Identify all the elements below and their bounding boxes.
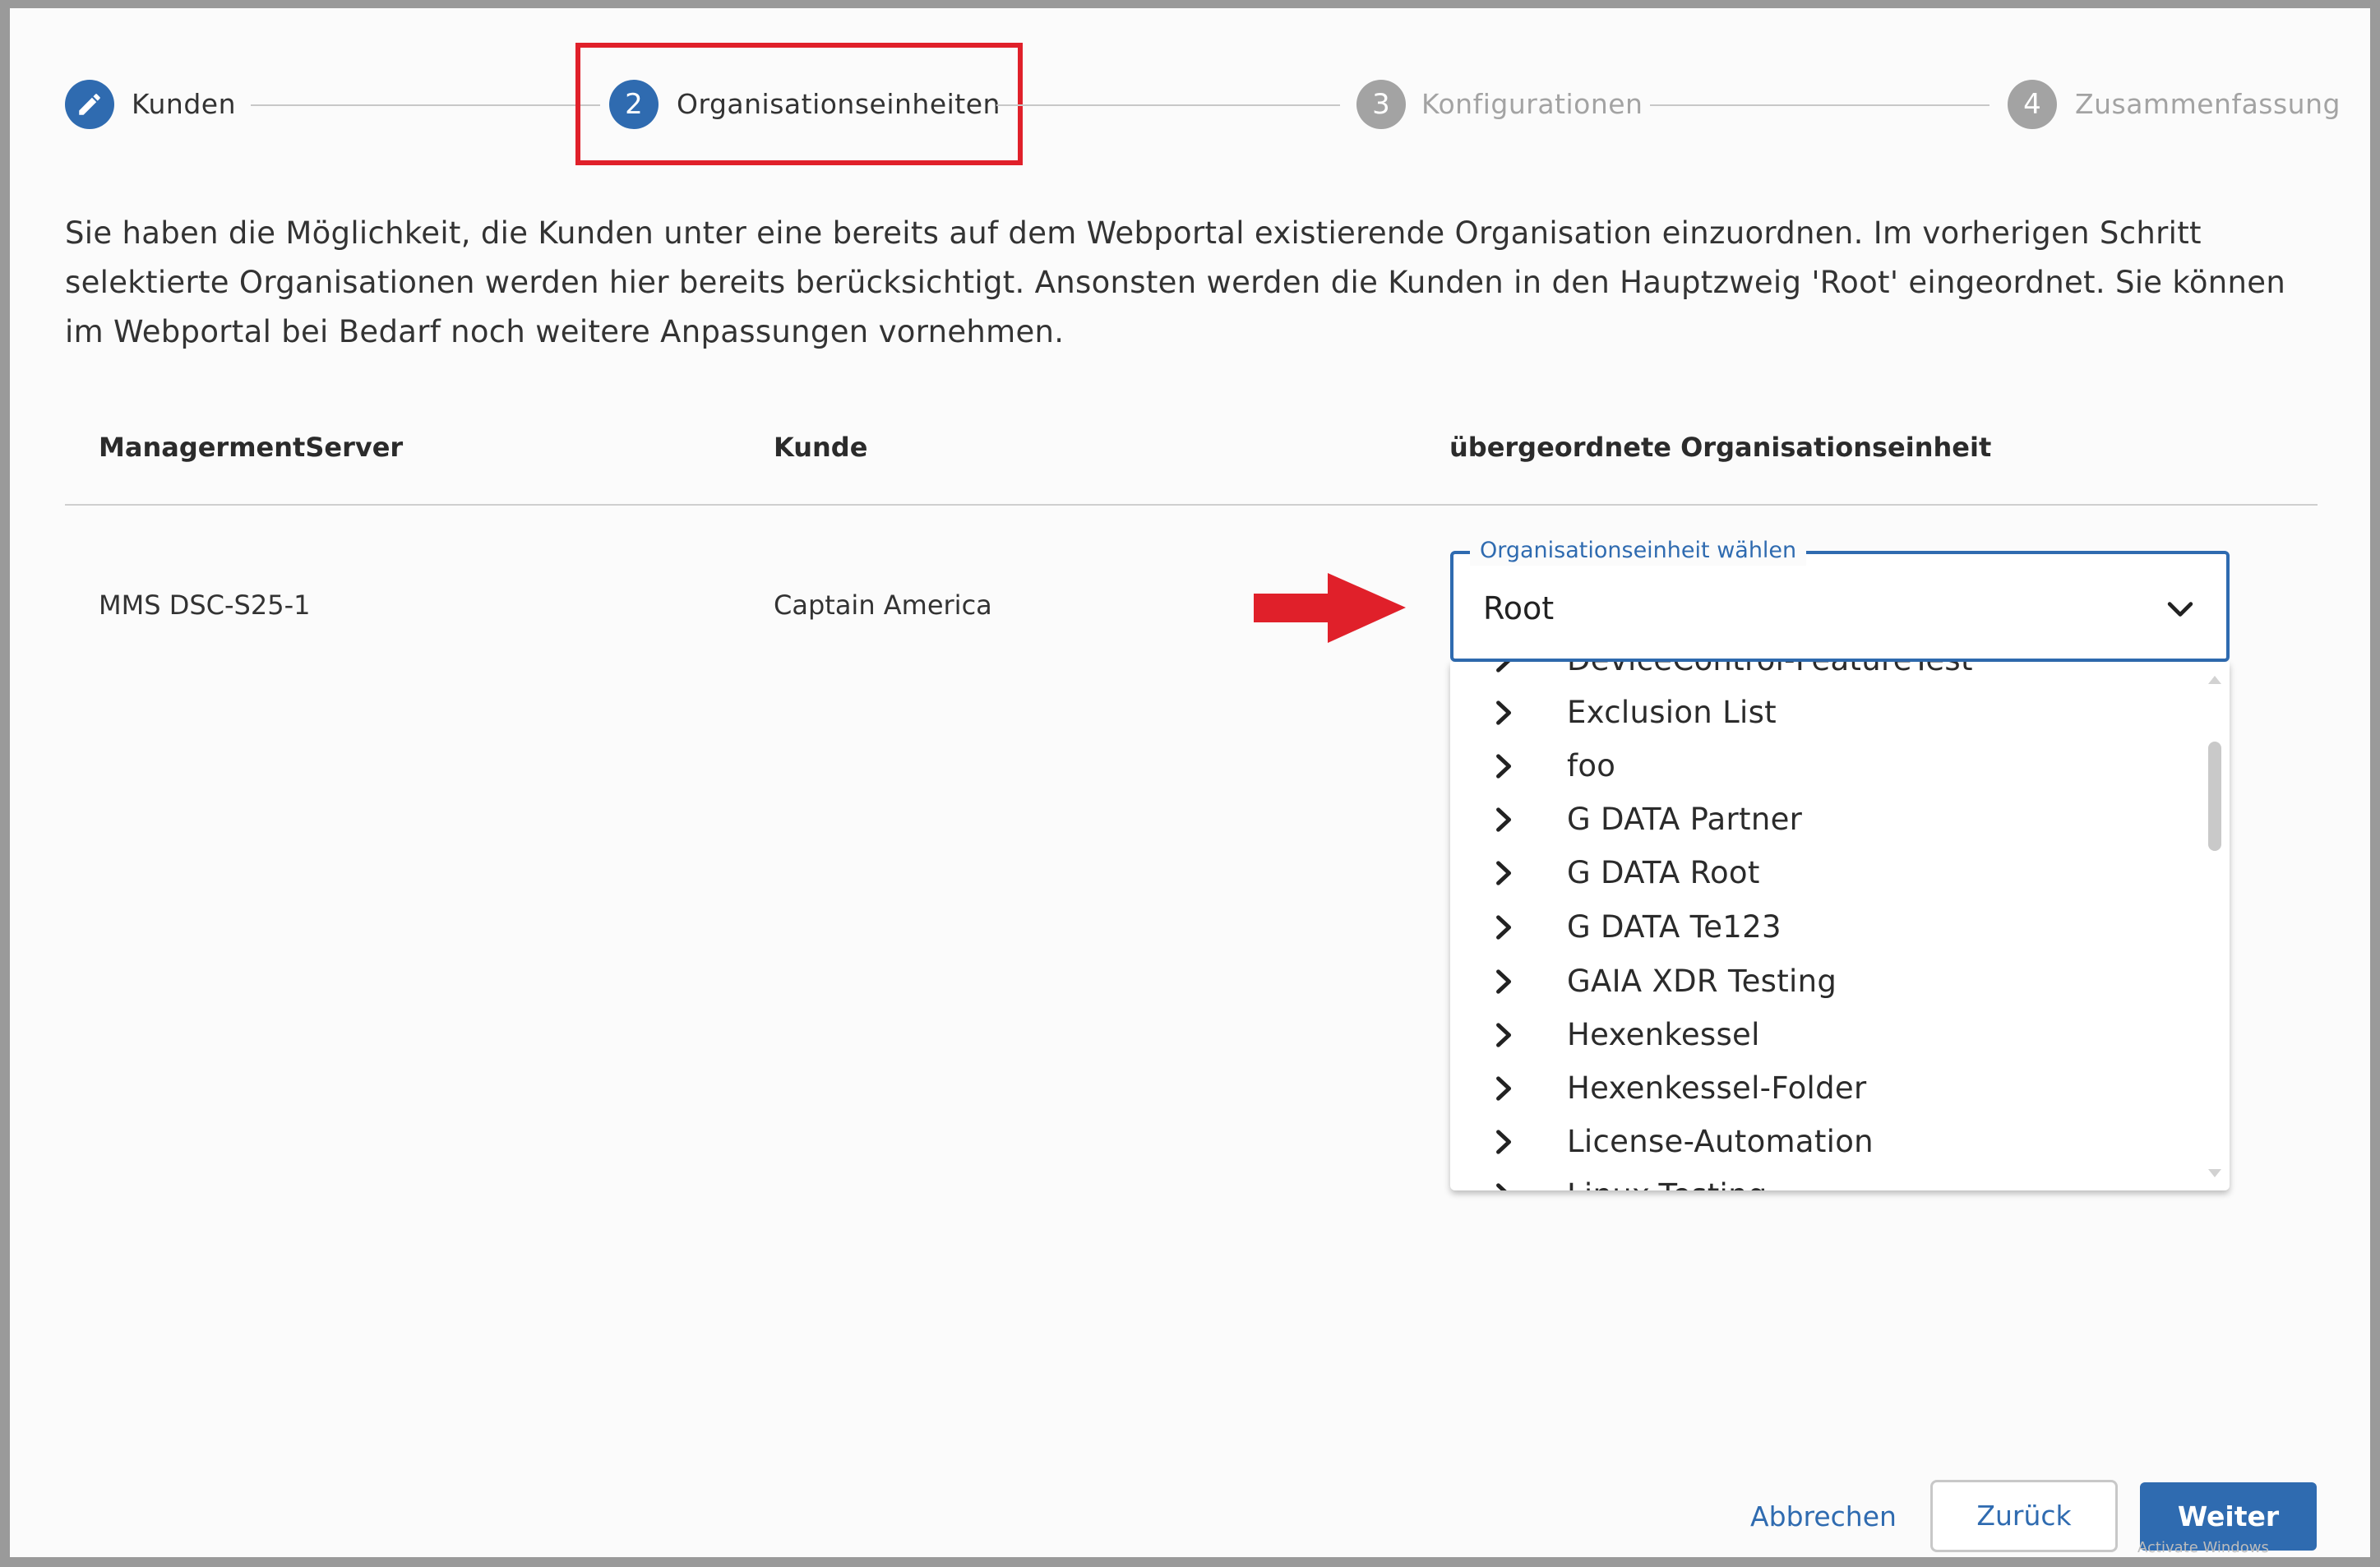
chevron-right-icon[interactable] [1493,1183,1516,1190]
dropdown-option[interactable]: GAIA XDR Testing [1450,955,2190,1008]
cell-kunde: Captain America [774,589,992,621]
dropdown-option[interactable]: G DATA Root [1450,846,2190,899]
dropdown-option-label: License-Automation [1567,1124,1874,1159]
chevron-right-icon[interactable] [1493,861,1516,885]
dropdown-option[interactable]: DeviceControl-FeatureTest [1450,662,2190,686]
pencil-icon [79,94,100,115]
step-4-label[interactable]: Zusammenfassung [2075,88,2341,121]
dropdown-option-label: G DATA Partner [1567,802,1803,837]
dropdown-option[interactable]: G DATA Partner [1450,793,2190,846]
cancel-button[interactable]: Abbrechen [1741,1495,1906,1539]
dropdown-option-label: Linux-Testing [1567,1176,1768,1190]
org-unit-select[interactable] [1450,551,2230,662]
dropdown-option[interactable]: Exclusion List [1450,686,2190,739]
chevron-right-icon[interactable] [1493,807,1516,832]
dropdown-option-label: Hexenkessel-Folder [1567,1070,1867,1106]
step-2-label[interactable]: Organisationseinheiten [677,88,1001,121]
dropdown-option-label: foo [1567,748,1616,784]
step-1-done-icon[interactable] [65,80,114,129]
cell-server: MMS DSC-S25-1 [99,589,311,621]
chevron-right-icon[interactable] [1493,700,1516,725]
back-button[interactable]: Zurück [1930,1480,2118,1552]
chevron-right-icon[interactable] [1493,662,1516,673]
description-text: Sie haben die Möglichkeit, die Kunden un… [65,215,2286,349]
column-header-kunde: Kunde [774,432,868,463]
dropdown-option[interactable]: Linux-Testing [1450,1168,2190,1190]
select-legend-label: Organisationseinheit wählen [1470,536,1807,566]
scroll-down-arrow-icon[interactable] [2207,1167,2222,1179]
org-unit-dropdown[interactable]: DeviceControl-FeatureTest Exclusion List… [1450,662,2230,1190]
chevron-right-icon[interactable] [1493,754,1516,779]
step-3-number[interactable]: 3 [1356,80,1406,129]
chevron-down-icon[interactable] [2162,592,2198,628]
dropdown-option[interactable]: G DATA Te123 [1450,900,2190,954]
chevron-right-icon[interactable] [1493,1023,1516,1047]
step-3-label[interactable]: Konfigurationen [1421,88,1643,121]
chevron-right-icon[interactable] [1493,1076,1516,1101]
chevron-right-icon[interactable] [1493,915,1516,940]
dropdown-option[interactable]: License-Automation [1450,1115,2190,1168]
column-header-org-unit: übergeordnete Organisationseinheit [1449,432,1992,463]
dropdown-option-label: GAIA XDR Testing [1567,964,1837,999]
scroll-up-arrow-icon[interactable] [2207,674,2222,686]
dropdown-option-label: DeviceControl-FeatureTest [1567,662,1973,679]
step-connector [251,104,600,106]
chevron-right-icon[interactable] [1493,1130,1516,1154]
step-4-number[interactable]: 4 [2008,80,2057,129]
column-header-server: ManagermentServer [99,432,404,463]
dropdown-option-label: G DATA Te123 [1567,909,1782,945]
dropdown-option[interactable]: Hexenkessel-Folder [1450,1061,2190,1115]
dropdown-option[interactable]: Hexenkessel [1450,1008,2190,1061]
dropdown-option-label: G DATA Root [1567,855,1760,890]
step-connector [1650,104,1989,106]
activate-windows-watermark: Activate Windows [2137,1539,2269,1556]
chevron-right-icon[interactable] [1493,969,1516,994]
step-1-label[interactable]: Kunden [132,88,236,121]
dropdown-option[interactable]: foo [1450,739,2190,793]
red-arrow-icon [1254,573,1406,643]
dropdown-option-label: Exclusion List [1567,695,1777,730]
dropdown-scrollbar-thumb[interactable] [2208,742,2221,851]
step-2-number[interactable]: 2 [609,80,659,129]
select-current-value[interactable]: Root [1483,590,1554,626]
dropdown-option-label: Hexenkessel [1567,1017,1760,1052]
table-divider [65,504,2318,506]
step-connector [996,104,1340,106]
